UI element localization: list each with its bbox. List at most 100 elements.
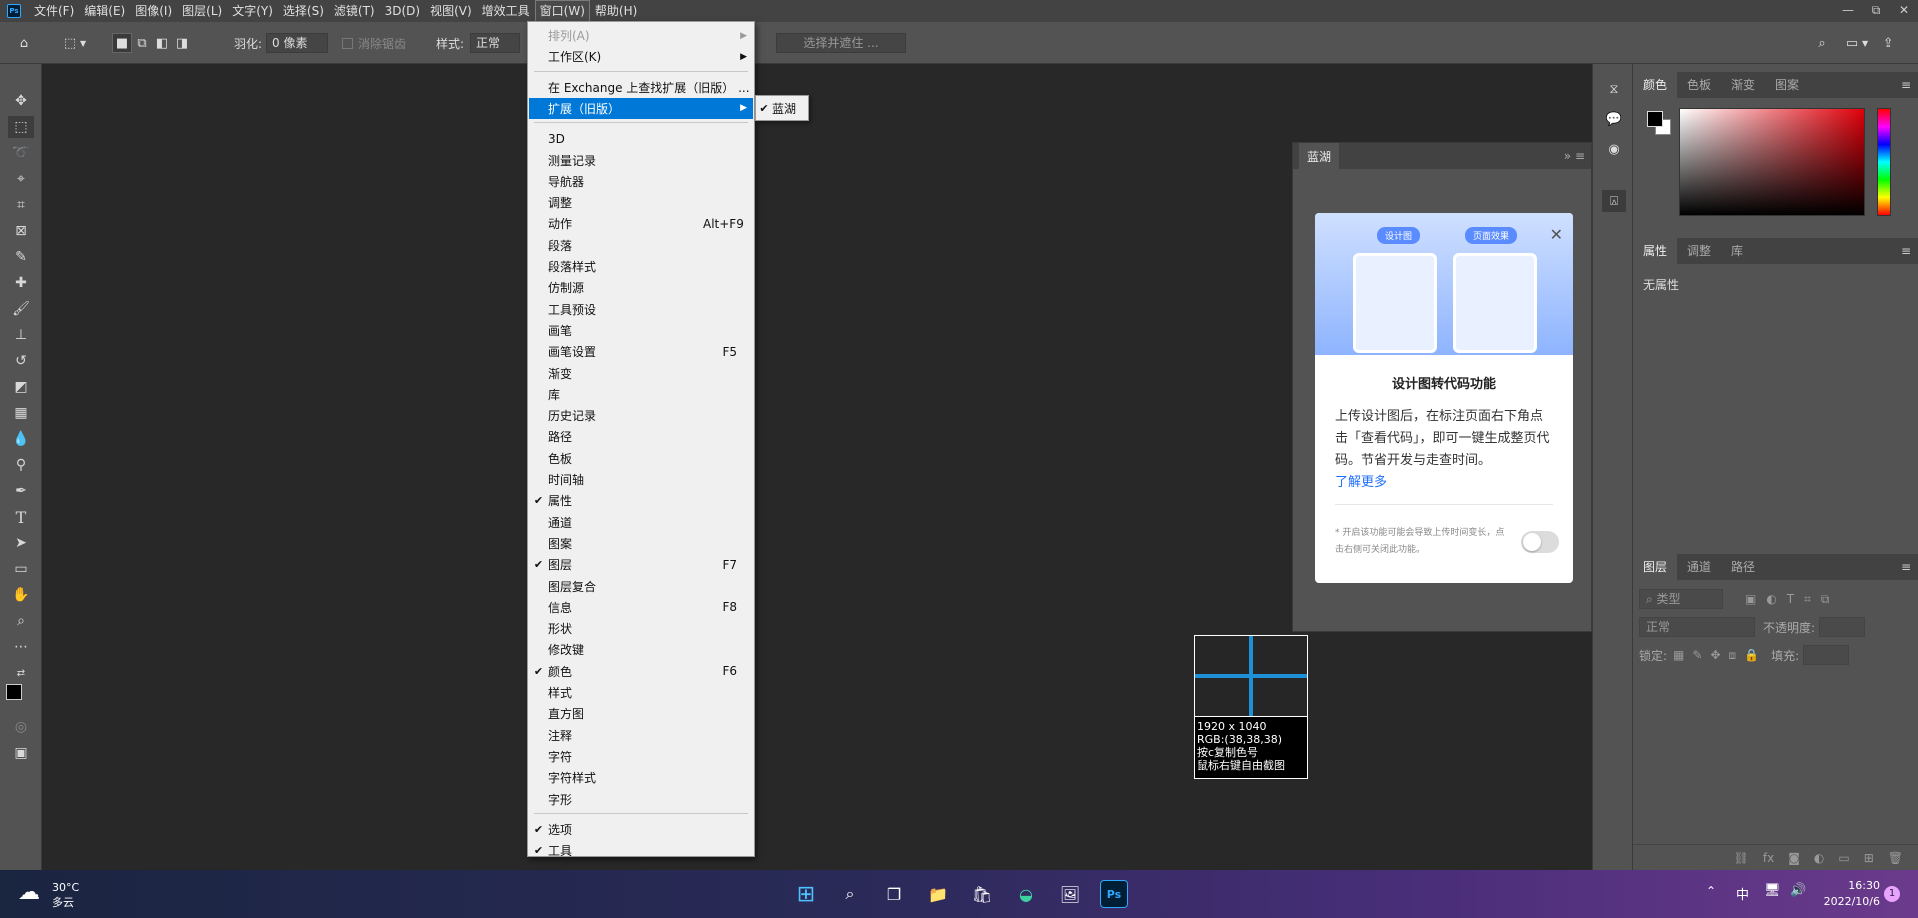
tab-properties[interactable]: 属性 — [1633, 238, 1678, 264]
window-menu-item[interactable]: 信息 F8 — [529, 597, 753, 618]
tab-patterns[interactable]: 图案 — [1765, 72, 1809, 98]
link-layers-icon[interactable]: ⛓ — [1734, 851, 1749, 865]
zoom-tool-icon[interactable]: ⌕ — [8, 610, 34, 632]
minimize-button[interactable]: — — [1834, 0, 1862, 22]
gradient-tool-icon[interactable]: ▦ — [8, 402, 34, 424]
tab-gradients[interactable]: 渐变 — [1721, 72, 1765, 98]
window-menu-item[interactable]: 段落样式 — [529, 256, 753, 277]
start-icon[interactable]: ⊞ — [792, 880, 820, 908]
pen-tool-icon[interactable]: ✒ — [8, 480, 34, 502]
layer-filter-icons[interactable]: ▣◐T⌗⧉ — [1745, 592, 1839, 607]
close-icon[interactable]: ✕ — [1550, 225, 1563, 244]
tab-channels[interactable]: 通道 — [1677, 554, 1721, 580]
window-menu-item[interactable]: 形状 — [529, 618, 753, 639]
menu-item[interactable]: 文字(Y) — [227, 0, 278, 22]
window-menu-item[interactable]: 历史记录 — [529, 405, 753, 426]
select-and-mask-button[interactable]: 选择并遮住 ... — [776, 33, 906, 53]
close-button[interactable]: ✕ — [1890, 0, 1918, 22]
weather-widget[interactable]: 30°C 多云 — [52, 880, 79, 910]
feather-input[interactable]: 0 像素 — [266, 33, 329, 53]
menu-item[interactable]: 图像(I) — [130, 0, 177, 22]
window-menu-item[interactable]: 3D — [529, 128, 753, 149]
window-menu-item[interactable]: 字符样式 — [529, 767, 753, 788]
learn-more-link[interactable]: 了解更多 — [1315, 472, 1573, 494]
menu-item[interactable]: 图层(L) — [177, 0, 227, 22]
workspace-icon[interactable]: ▭ — [1842, 33, 1862, 53]
frame-tool-icon[interactable]: ⊠ — [8, 220, 34, 242]
search-icon[interactable]: ⌕ — [836, 880, 864, 908]
window-menu-item[interactable]: 渐变 — [529, 363, 753, 384]
window-menu-item[interactable]: 仿制源 — [529, 277, 753, 298]
quick-mask-icon[interactable]: ◎ — [8, 716, 34, 738]
move-tool-icon[interactable]: ✥ — [8, 90, 34, 112]
lanhu-panel-title[interactable]: 蓝湖 — [1299, 142, 1340, 170]
task-view-icon[interactable]: ❐ — [880, 880, 908, 908]
window-menu-item[interactable]: ✔ 选项 — [529, 819, 753, 840]
restore-button[interactable]: ⧉ — [1862, 0, 1890, 22]
menu-item[interactable]: 滤镜(T) — [329, 0, 380, 22]
quick-select-tool-icon[interactable]: ⌖ — [8, 168, 34, 190]
marquee-tool-icon[interactable]: ⬚ — [8, 116, 34, 138]
window-menu-item[interactable]: 动作 Alt+F9 — [529, 213, 753, 234]
tray-chevron-icon[interactable]: ⌃ — [1706, 884, 1716, 898]
notification-badge[interactable]: 1 — [1884, 886, 1900, 902]
window-menu-item[interactable]: ✔ 颜色 F6 — [529, 661, 753, 682]
home-button[interactable]: ⌂ — [14, 33, 34, 53]
submenu-item-lanhu[interactable]: 蓝湖 — [772, 100, 796, 117]
window-menu-item[interactable]: 图案 — [529, 533, 753, 554]
fx-icon[interactable]: fx — [1763, 851, 1774, 865]
file-explorer-icon[interactable]: 📁 — [924, 880, 952, 908]
brush-tool-icon[interactable]: 🖌 — [8, 298, 34, 320]
window-menu-item[interactable]: 在 Exchange 上查找扩展（旧版） ... — [529, 77, 753, 98]
feature-toggle[interactable] — [1521, 531, 1559, 553]
menu-item[interactable]: 视图(V) — [425, 0, 477, 22]
foreground-color-swatch[interactable] — [6, 684, 22, 700]
tab-swatches[interactable]: 色板 — [1677, 72, 1721, 98]
hue-slider[interactable] — [1877, 108, 1891, 216]
dodge-tool-icon[interactable]: ⚲ — [8, 454, 34, 476]
lanhu-panel-icon[interactable]: ⍓ — [1602, 190, 1626, 212]
window-menu-item[interactable]: 库 — [529, 384, 753, 405]
tab-libraries[interactable]: 库 — [1721, 238, 1753, 264]
menu-item[interactable]: 帮助(H) — [590, 0, 642, 22]
history-panel-icon[interactable]: ⧖ — [1602, 78, 1626, 100]
window-menu-item[interactable]: ✔ 属性 — [529, 490, 753, 511]
tool-preset-picker[interactable]: ⬚ ▼ — [60, 33, 86, 53]
ime-indicator[interactable]: 中 — [1736, 884, 1749, 903]
network-icon[interactable]: 🖥 — [1764, 883, 1781, 898]
new-layer-icon[interactable]: ⊞ — [1864, 851, 1874, 865]
window-menu-item[interactable]: 路径 — [529, 426, 753, 447]
adjustment-layer-icon[interactable]: ◐ — [1814, 851, 1824, 865]
new-group-icon[interactable]: ▭ — [1838, 851, 1849, 865]
window-menu-item[interactable]: 扩展（旧版） ▶ — [529, 97, 753, 119]
panel-menu-icon[interactable]: ≡ — [1901, 560, 1911, 574]
rectangle-tool-icon[interactable]: ▭ — [8, 558, 34, 580]
window-menu-item[interactable]: 图层复合 — [529, 576, 753, 597]
color-picker-field[interactable] — [1679, 108, 1865, 216]
adjust-panel-icon[interactable]: ◉ — [1602, 138, 1626, 160]
menu-item[interactable]: 3D(D) — [380, 0, 425, 22]
eyedropper-tool-icon[interactable]: ✎ — [8, 246, 34, 268]
hand-tool-icon[interactable]: ✋ — [8, 584, 34, 606]
window-menu-item[interactable]: 排列(A) ▶ — [529, 25, 753, 46]
blend-mode-select[interactable]: 正常 — [1639, 617, 1755, 637]
window-menu-item[interactable]: ✔ 工具 — [529, 840, 753, 861]
window-menu-item[interactable]: 画笔设置 F5 — [529, 341, 753, 362]
delete-layer-icon[interactable]: 🗑 — [1888, 851, 1903, 865]
swap-colors-icon[interactable]: ⇄ — [8, 662, 34, 684]
add-selection-icon[interactable]: ⧉ — [132, 33, 152, 53]
tab-paths[interactable]: 路径 — [1721, 554, 1765, 580]
lasso-tool-icon[interactable]: ➰ — [8, 142, 34, 164]
window-menu-item[interactable]: 工作区(K) ▶ — [529, 46, 753, 67]
search-icon[interactable]: ⌕ — [1812, 33, 1832, 53]
window-menu-item[interactable]: 通道 — [529, 512, 753, 533]
store-icon[interactable]: 🛍 — [968, 880, 996, 908]
style-select[interactable]: 正常 — [470, 33, 521, 53]
window-menu-item[interactable]: 导航器 — [529, 171, 753, 192]
add-mask-icon[interactable]: ◙ — [1788, 851, 1800, 865]
window-menu-item[interactable]: 画笔 — [529, 320, 753, 341]
weather-icon[interactable]: ☁ — [18, 880, 40, 905]
path-select-tool-icon[interactable]: ➤ — [8, 532, 34, 554]
menu-item[interactable]: 增效工具 — [477, 0, 535, 22]
type-tool-icon[interactable]: T — [8, 506, 34, 528]
